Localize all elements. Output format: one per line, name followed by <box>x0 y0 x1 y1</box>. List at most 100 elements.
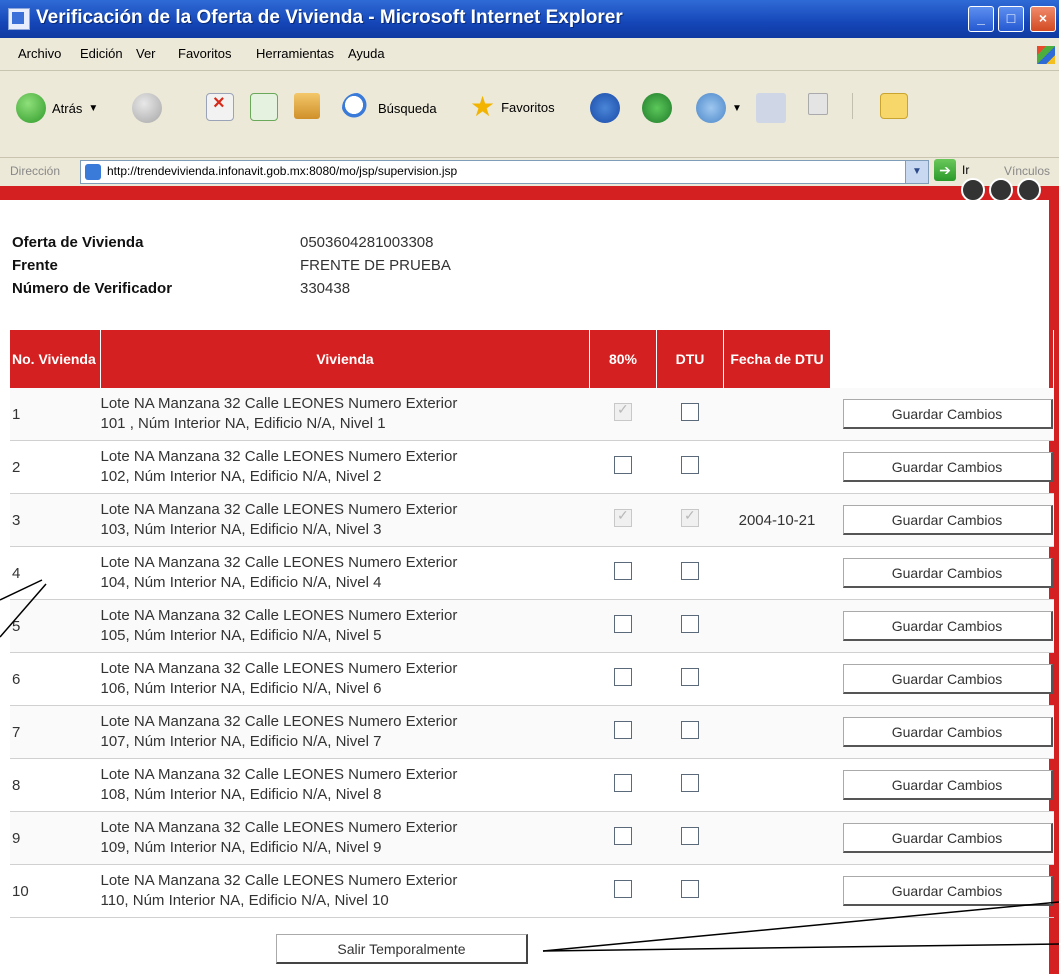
page-content: Oferta de Vivienda 0503604281003308 Fren… <box>0 178 1059 974</box>
folder-button[interactable] <box>880 93 908 119</box>
history-button[interactable] <box>642 93 672 123</box>
close-icon[interactable]: × <box>1030 6 1056 32</box>
checkbox-80[interactable] <box>614 827 632 845</box>
vivienda-line2: 107, Núm Interior NA, Edificio N/A, Nive… <box>100 733 382 750</box>
table-row: 9 Lote NA Manzana 32 Calle LEONES Numero … <box>10 811 1054 865</box>
vivienda-table: No. Vivienda Vivienda 80% DTU Fecha de D… <box>10 330 1054 918</box>
forward-button[interactable] <box>132 93 162 123</box>
window-titlebar: Verificación de la Oferta de Vivienda - … <box>0 0 1059 38</box>
checkbox-80 <box>614 401 632 421</box>
row-dtu-cell <box>656 811 724 865</box>
vivienda-line2: 110, Núm Interior NA, Edificio N/A, Nive… <box>100 892 389 909</box>
checkbox-dtu[interactable] <box>681 456 699 474</box>
checkbox-dtu[interactable] <box>681 827 699 845</box>
row-80-cell <box>589 705 657 759</box>
row-fecha-dtu <box>723 440 831 494</box>
vivienda-line1: Lote NA Manzana 32 Calle LEONES Numero E… <box>100 819 458 836</box>
header-actions <box>830 330 1054 388</box>
row-fecha-dtu <box>723 599 831 653</box>
help-panel-icon[interactable] <box>989 178 1013 202</box>
minimize-icon[interactable]: _ <box>968 6 994 32</box>
links-label[interactable]: Vínculos <box>1004 164 1050 178</box>
back-button[interactable]: Atrás ▼ <box>16 93 98 123</box>
save-changes-button[interactable]: Guardar Cambios <box>842 876 1053 906</box>
address-dropdown-icon[interactable]: ▼ <box>905 160 929 184</box>
menu-herramientas[interactable]: Herramientas <box>256 46 334 61</box>
checkbox-dtu[interactable] <box>681 403 699 421</box>
row-number: 5 <box>10 599 101 653</box>
edit-button[interactable] <box>808 93 828 115</box>
page-controls <box>961 178 1041 202</box>
menu-favoritos[interactable]: Favoritos <box>178 46 231 61</box>
row-action-cell: Guardar Cambios <box>830 388 1054 441</box>
checkbox-dtu[interactable] <box>681 774 699 792</box>
menu-ayuda[interactable]: Ayuda <box>348 46 385 61</box>
save-changes-button[interactable]: Guardar Cambios <box>842 664 1053 694</box>
row-80-cell <box>589 493 657 547</box>
refresh-icon <box>250 93 278 121</box>
mail-button[interactable]: ▼ <box>696 93 742 123</box>
checkbox-dtu[interactable] <box>681 721 699 739</box>
save-changes-button[interactable]: Guardar Cambios <box>842 823 1053 853</box>
home-button[interactable] <box>294 93 320 119</box>
favorites-button[interactable]: ★ Favoritos <box>470 93 555 121</box>
toolbar-separator <box>852 93 853 119</box>
row-fecha-dtu <box>723 864 831 918</box>
exit-button[interactable]: Salir Temporalmente <box>276 934 528 964</box>
row-number: 9 <box>10 811 101 865</box>
row-number: 6 <box>10 652 101 706</box>
separator <box>852 93 853 119</box>
save-changes-button[interactable]: Guardar Cambios <box>842 717 1053 747</box>
media-button[interactable] <box>590 93 620 123</box>
oferta-value: 0503604281003308 <box>300 234 434 251</box>
minimize-panel-icon[interactable] <box>961 178 985 202</box>
row-number: 1 <box>10 388 101 441</box>
save-changes-button[interactable]: Guardar Cambios <box>842 611 1053 641</box>
row-fecha-dtu <box>723 388 831 441</box>
row-fecha-dtu <box>723 705 831 759</box>
row-action-cell: Guardar Cambios <box>830 864 1054 918</box>
checkbox-80[interactable] <box>614 615 632 633</box>
table-row: 8 Lote NA Manzana 32 Calle LEONES Numero … <box>10 758 1054 812</box>
row-80-cell <box>589 864 657 918</box>
save-changes-button[interactable]: Guardar Cambios <box>842 452 1053 482</box>
header-dtu: DTU <box>656 330 724 388</box>
back-dropdown-icon[interactable]: ▼ <box>88 103 98 114</box>
checkbox-dtu[interactable] <box>681 668 699 686</box>
row-action-cell: Guardar Cambios <box>830 652 1054 706</box>
stop-button[interactable] <box>206 92 234 121</box>
checkbox-80[interactable] <box>614 562 632 580</box>
save-changes-button[interactable]: Guardar Cambios <box>842 505 1053 535</box>
checkbox-80[interactable] <box>614 721 632 739</box>
save-changes-button[interactable]: Guardar Cambios <box>842 770 1053 800</box>
table-row: 7 Lote NA Manzana 32 Calle LEONES Numero … <box>10 705 1054 759</box>
row-dtu-cell <box>656 652 724 706</box>
menu-archivo[interactable]: Archivo <box>18 46 61 61</box>
vivienda-line1: Lote NA Manzana 32 Calle LEONES Numero E… <box>100 766 458 783</box>
print-button[interactable] <box>756 93 786 123</box>
header-80: 80% <box>589 330 657 388</box>
close-panel-icon[interactable] <box>1017 178 1041 202</box>
menu-edicion[interactable]: Edición <box>80 46 123 61</box>
checkbox-80[interactable] <box>614 668 632 686</box>
checkbox-80[interactable] <box>614 880 632 898</box>
checkbox-dtu[interactable] <box>681 615 699 633</box>
row-fecha-dtu <box>723 652 831 706</box>
search-button[interactable]: Búsqueda <box>342 93 437 123</box>
save-changes-button[interactable]: Guardar Cambios <box>842 558 1053 588</box>
save-changes-button[interactable]: Guardar Cambios <box>842 399 1053 429</box>
address-bar: Dirección http://trendevivienda.infonavi… <box>0 158 1059 186</box>
mail-dropdown-icon[interactable]: ▼ <box>732 103 742 114</box>
row-number: 4 <box>10 546 101 600</box>
menu-ver[interactable]: Ver <box>136 46 156 61</box>
refresh-button[interactable] <box>250 93 278 121</box>
checkbox-80[interactable] <box>614 456 632 474</box>
maximize-icon[interactable]: □ <box>998 6 1024 32</box>
checkbox-dtu[interactable] <box>681 880 699 898</box>
checkbox-dtu[interactable] <box>681 562 699 580</box>
address-input[interactable]: http://trendevivienda.infonavit.gob.mx:8… <box>80 160 907 184</box>
ie-page-icon <box>8 8 30 30</box>
menu-bar: Archivo Edición Ver Favoritos Herramient… <box>0 38 1059 71</box>
edit-icon <box>808 93 828 115</box>
checkbox-80[interactable] <box>614 774 632 792</box>
